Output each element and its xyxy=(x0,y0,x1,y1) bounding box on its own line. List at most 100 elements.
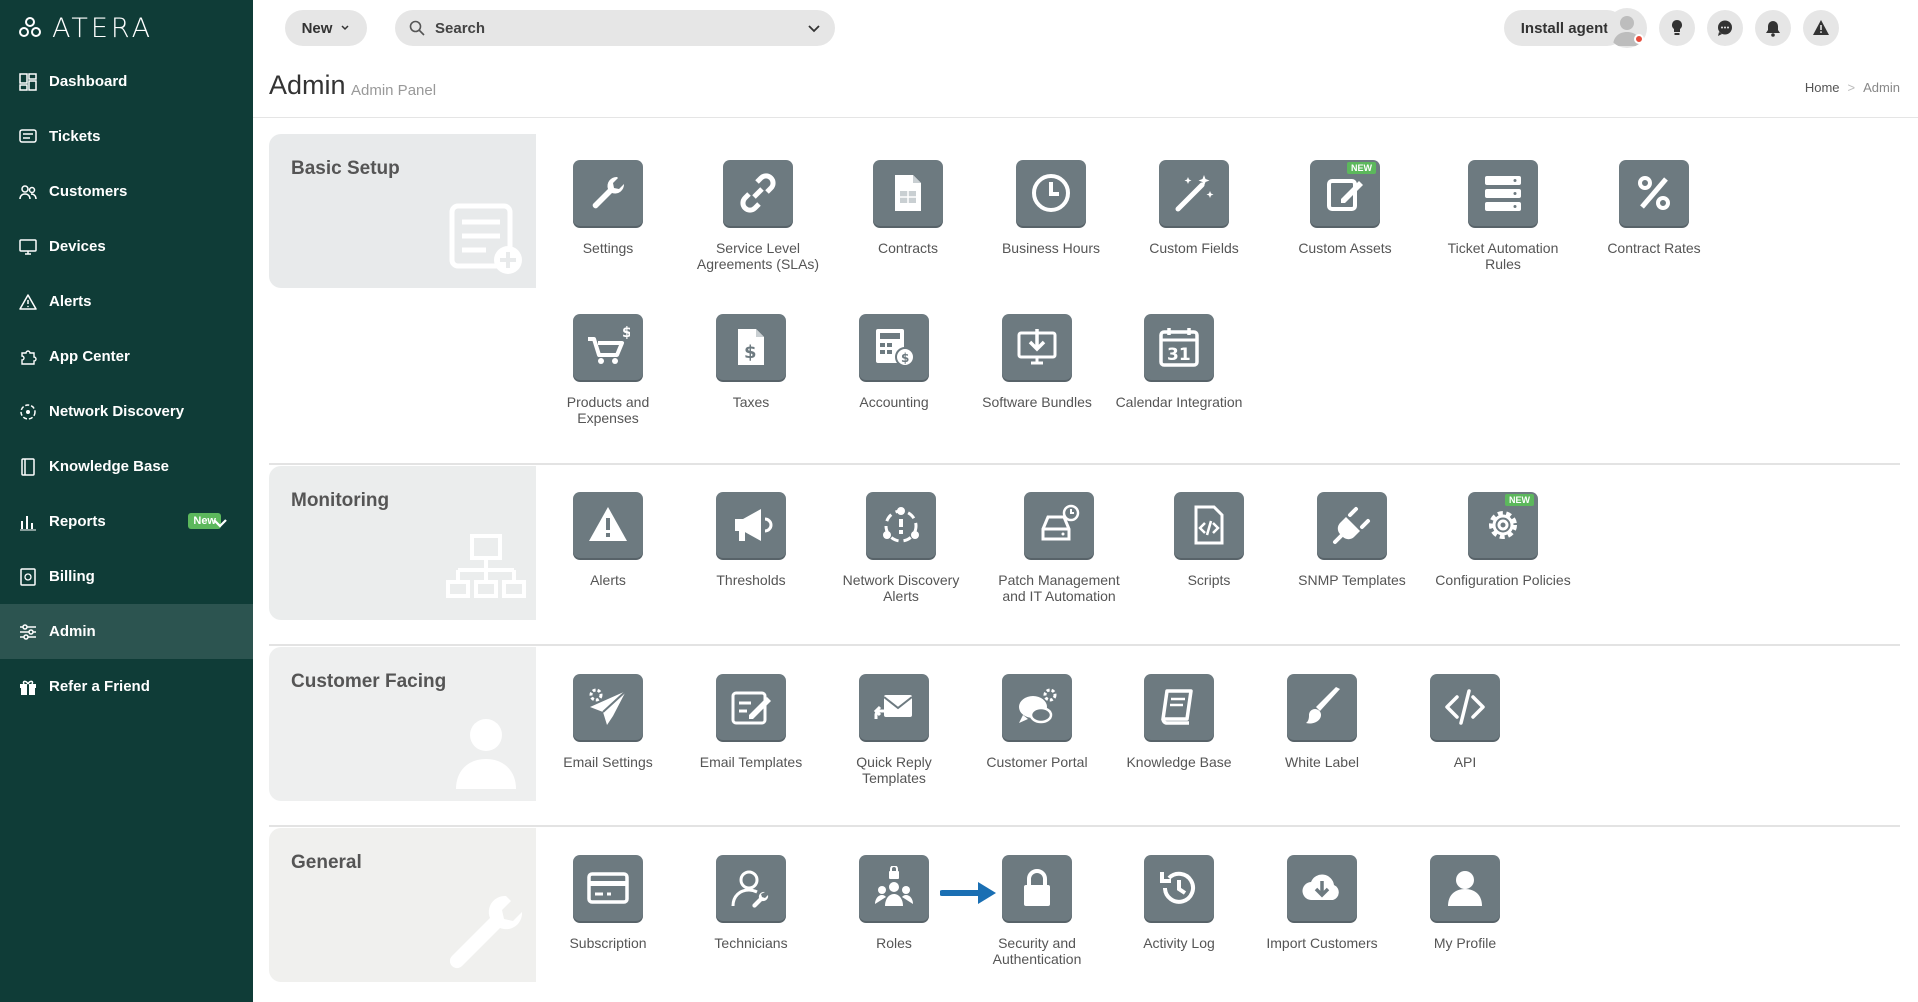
tile-patch-management[interactable]: Patch Management and IT Automation xyxy=(988,492,1130,604)
sitemap-icon xyxy=(446,534,526,598)
tile-icon xyxy=(1430,674,1500,740)
tile-icon xyxy=(1317,492,1387,558)
tile-products-and-expenses[interactable]: $ Products and Expenses xyxy=(537,314,679,426)
tile-custom-fields[interactable]: Custom Fields xyxy=(1123,160,1265,256)
calendar-icon: 31 xyxy=(1159,328,1199,367)
section-title: Basic Setup xyxy=(291,158,400,179)
tile-custom-assets[interactable]: NEW Custom Assets xyxy=(1274,160,1416,256)
search-input[interactable] xyxy=(435,19,807,37)
tile-technicians[interactable]: Technicians xyxy=(680,855,822,951)
tile-white-label[interactable]: White Label xyxy=(1251,674,1393,770)
brand-logo[interactable]: ATERA xyxy=(18,13,153,44)
tile-label: My Profile xyxy=(1433,935,1497,951)
tile-email-templates[interactable]: Email Templates xyxy=(680,674,822,770)
sidebar-item-admin[interactable]: Admin xyxy=(0,604,253,659)
tile-label: Business Hours xyxy=(1001,240,1101,256)
tile-thresholds[interactable]: Thresholds xyxy=(680,492,822,588)
plug-icon xyxy=(1333,507,1370,544)
tile-accounting[interactable]: $ Accounting xyxy=(823,314,965,410)
tile-slas[interactable]: Service Level Agreements (SLAs) xyxy=(687,160,829,272)
tile-import-customers[interactable]: Import Customers xyxy=(1251,855,1393,951)
sidebar-item-dashboard[interactable]: Dashboard xyxy=(0,54,253,109)
search-bar[interactable] xyxy=(395,10,835,46)
tile-icon xyxy=(1619,160,1689,226)
sidebar-item-app-center[interactable]: App Center xyxy=(0,329,253,384)
tile-customer-portal[interactable]: Customer Portal xyxy=(966,674,1108,770)
lightbulb-button[interactable] xyxy=(1659,10,1695,46)
sidebar-item-alerts[interactable]: Alerts xyxy=(0,274,253,329)
tile-label: Patch Management and IT Automation xyxy=(998,572,1120,604)
sidebar-item-label: Knowledge Base xyxy=(49,458,170,475)
tile-label: Contracts xyxy=(878,240,938,256)
history-icon xyxy=(1160,871,1195,904)
tile-network-discovery-alerts[interactable]: Network Discovery Alerts xyxy=(830,492,972,604)
tile-icon xyxy=(573,674,643,740)
tile-icon xyxy=(1002,674,1072,740)
network-discovery-icon xyxy=(883,507,919,543)
tax-document-icon: $ xyxy=(738,329,764,365)
sidebar-item-billing[interactable]: Billing xyxy=(0,549,253,604)
tile-contracts[interactable]: Contracts xyxy=(837,160,979,256)
section-card: General xyxy=(269,828,536,982)
tile-icon xyxy=(1174,492,1244,558)
tile-api[interactable]: API xyxy=(1394,674,1536,770)
tile-taxes[interactable]: $ Taxes xyxy=(680,314,822,410)
tile-settings[interactable]: Settings xyxy=(537,160,679,256)
tile-label: Service Level Agreements (SLAs) xyxy=(696,240,820,272)
sidebar-item-tickets[interactable]: Tickets xyxy=(0,109,253,164)
tile-icon xyxy=(859,674,929,740)
tile-software-bundles[interactable]: Software Bundles xyxy=(966,314,1108,410)
tile-scripts[interactable]: Scripts xyxy=(1138,492,1280,588)
tile-icon: NEW xyxy=(1310,160,1380,226)
sidebar-item-reports[interactable]: Reports New xyxy=(0,494,253,549)
section-title: Monitoring xyxy=(291,490,390,511)
tile-ticket-automation-rules[interactable]: Ticket Automation Rules xyxy=(1432,160,1574,272)
tile-my-profile[interactable]: My Profile xyxy=(1394,855,1536,951)
alerts-button[interactable] xyxy=(1803,10,1839,46)
tile-activity-log[interactable]: Activity Log xyxy=(1108,855,1250,951)
tile-business-hours[interactable]: Business Hours xyxy=(980,160,1122,256)
sidebar-item-knowledge-base[interactable]: Knowledge Base xyxy=(0,439,253,494)
breadcrumb-home[interactable]: Home xyxy=(1805,80,1840,95)
notifications-button[interactable] xyxy=(1755,10,1791,46)
tile-label: Configuration Policies xyxy=(1435,572,1571,588)
sidebar-item-devices[interactable]: Devices xyxy=(0,219,253,274)
monitor-icon xyxy=(19,238,37,255)
new-button[interactable]: New xyxy=(285,10,367,46)
tile-label: Settings xyxy=(582,240,634,256)
tile-icon: $ xyxy=(573,314,643,380)
tile-security-and-authentication[interactable]: Security and Authentication xyxy=(966,855,1108,967)
svg-text:$: $ xyxy=(622,325,630,341)
sidebar-item-label: Billing xyxy=(49,568,95,585)
tile-email-settings[interactable]: Email Settings xyxy=(537,674,679,770)
sidebar-item-customers[interactable]: Customers xyxy=(0,164,253,219)
sidebar-item-refer-a-friend[interactable]: Refer a Friend xyxy=(0,659,253,714)
tile-icon xyxy=(573,160,643,226)
tile-subscription[interactable]: Subscription xyxy=(537,855,679,951)
roles-icon xyxy=(875,866,913,906)
page-title: Admin xyxy=(269,70,346,100)
tile-icon: NEW xyxy=(1468,492,1538,558)
tile-icon xyxy=(716,855,786,921)
chevron-down-icon[interactable] xyxy=(211,514,229,532)
tile-icon xyxy=(1468,160,1538,226)
new-button-label: New xyxy=(301,19,333,37)
tile-contract-rates[interactable]: Contract Rates xyxy=(1583,160,1725,256)
tile-icon xyxy=(1287,855,1357,921)
tile-label: Thresholds xyxy=(716,572,786,588)
tile-knowledge-base[interactable]: Knowledge Base xyxy=(1108,674,1250,770)
tile-monitoring-alerts[interactable]: Alerts xyxy=(537,492,679,588)
tile-configuration-policies[interactable]: NEW Configuration Policies xyxy=(1432,492,1574,588)
magic-wand-icon xyxy=(1175,175,1214,212)
send-gear-icon xyxy=(589,688,627,725)
section-card: Customer Facing xyxy=(269,647,536,801)
chat-button[interactable] xyxy=(1707,10,1743,46)
tile-snmp-templates[interactable]: SNMP Templates xyxy=(1281,492,1423,588)
server-icon xyxy=(1485,176,1521,211)
sidebar-item-network-discovery[interactable]: Network Discovery xyxy=(0,384,253,439)
chevron-down-icon[interactable] xyxy=(807,21,821,35)
tile-calendar-integration[interactable]: 31 Calendar Integration xyxy=(1108,314,1250,410)
tile-quick-reply-templates[interactable]: Quick Reply Templates xyxy=(823,674,965,786)
section-title: General xyxy=(291,852,362,873)
credit-card-icon xyxy=(587,872,629,904)
